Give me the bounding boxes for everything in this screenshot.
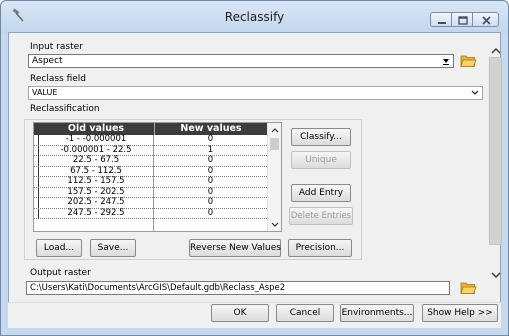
load-button[interactable]: Load... bbox=[36, 239, 82, 257]
new-value-cell[interactable]: 0 bbox=[154, 134, 267, 145]
add-entry-button[interactable]: Add Entry bbox=[291, 184, 351, 202]
new-value-cell[interactable]: 0 bbox=[154, 176, 267, 187]
output-raster-value: C:\Users\Kati\Documents\ArcGIS\Default.g… bbox=[30, 283, 286, 293]
output-raster-label: Output raster bbox=[30, 268, 91, 278]
output-raster-input[interactable]: C:\Users\Kati\Documents\ArcGIS\Default.g… bbox=[26, 281, 450, 295]
new-value-cell[interactable]: 0 bbox=[154, 155, 267, 166]
old-value-cell[interactable]: 247.5 - 292.5 bbox=[39, 208, 153, 219]
classify-button[interactable]: Classify... bbox=[291, 128, 351, 146]
table-row[interactable]: 247.5 - 292.5 0 bbox=[34, 208, 267, 219]
table-scrollbar-thumb[interactable] bbox=[270, 138, 279, 150]
unique-button[interactable]: Unique bbox=[291, 151, 351, 169]
chevron-down-icon bbox=[491, 272, 501, 279]
minimize-icon bbox=[438, 22, 446, 24]
reclass-field-value: VALUE bbox=[32, 88, 58, 97]
old-value-cell[interactable]: -1 - -0.000001 bbox=[39, 134, 153, 145]
new-value-cell[interactable]: 1 bbox=[154, 145, 267, 156]
old-value-cell[interactable]: 112.5 - 157.5 bbox=[39, 176, 153, 187]
folder-open-icon[interactable] bbox=[460, 53, 477, 68]
cancel-button[interactable]: Cancel bbox=[276, 304, 334, 322]
new-value-cell[interactable]: 0 bbox=[154, 208, 267, 219]
maximize-button[interactable] bbox=[451, 12, 473, 27]
old-value-cell[interactable]: 157.5 - 202.5 bbox=[39, 187, 153, 198]
chevron-up-icon bbox=[271, 128, 279, 133]
chevron-down-icon bbox=[468, 87, 482, 99]
scroll-up-button[interactable] bbox=[489, 44, 503, 58]
chevron-down-icon bbox=[271, 222, 279, 227]
close-button[interactable] bbox=[472, 12, 499, 27]
title-bar: Reclassify bbox=[1, 1, 508, 33]
old-value-cell[interactable]: 22.5 - 67.5 bbox=[39, 155, 153, 166]
delete-entries-button[interactable]: Delete Entries bbox=[289, 207, 353, 225]
scrollbar-thumb[interactable] bbox=[489, 57, 502, 245]
reclass-field-label: Reclass field bbox=[30, 74, 87, 84]
minimize-button[interactable] bbox=[430, 12, 452, 27]
new-value-cell[interactable]: 0 bbox=[154, 197, 267, 208]
reclass-field-select[interactable]: VALUE bbox=[28, 86, 483, 100]
old-value-cell[interactable]: 67.5 - 112.5 bbox=[39, 166, 153, 177]
input-raster-combo[interactable]: Aspect bbox=[28, 54, 454, 68]
environments-button[interactable]: Environments... bbox=[340, 304, 414, 322]
close-icon bbox=[482, 16, 491, 25]
ok-button[interactable]: OK bbox=[211, 304, 269, 322]
precision-button[interactable]: Precision... bbox=[288, 239, 352, 257]
dropdown-arrow-icon bbox=[439, 55, 453, 67]
scroll-down-button[interactable] bbox=[489, 268, 503, 282]
input-raster-value: Aspect bbox=[32, 56, 63, 66]
old-value-cell[interactable]: -0.000001 - 22.5 bbox=[39, 145, 153, 156]
reclass-table[interactable]: Old values New values -1 - -0.000001 0 -… bbox=[33, 122, 282, 232]
new-value-cell[interactable]: 0 bbox=[154, 166, 267, 177]
new-value-cell[interactable]: 0 bbox=[154, 187, 267, 198]
input-raster-label: Input raster bbox=[30, 42, 83, 52]
maximize-icon bbox=[458, 16, 468, 25]
old-value-cell[interactable]: 202.5 - 247.5 bbox=[39, 197, 153, 208]
reclassification-label: Reclassification bbox=[30, 104, 100, 114]
chevron-up-icon bbox=[491, 47, 501, 54]
show-help-button[interactable]: Show Help >> bbox=[422, 304, 498, 322]
reverse-new-values-button[interactable]: Reverse New Values bbox=[189, 239, 281, 257]
folder-open-icon[interactable] bbox=[460, 280, 477, 295]
save-button[interactable]: Save... bbox=[90, 239, 136, 257]
